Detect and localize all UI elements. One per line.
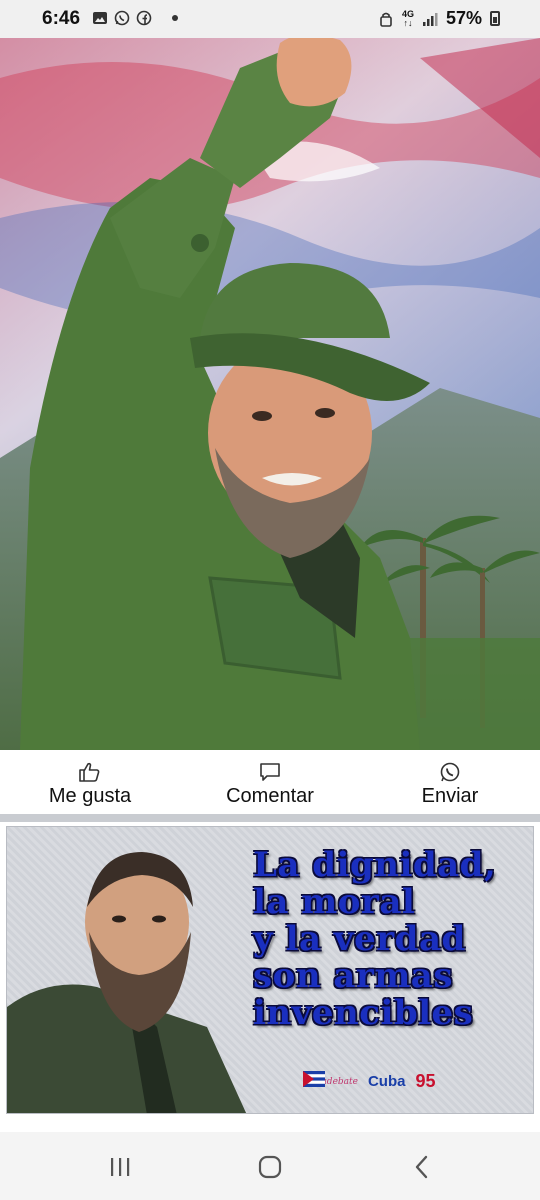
status-bar: 6:46 4G ↑↓ 57% [0, 0, 540, 38]
gallery-icon [93, 12, 107, 24]
vpn-icon [380, 12, 392, 27]
cuba-logo: Cuba [303, 1071, 405, 1090]
like-label: Me gusta [48, 784, 132, 807]
cuba-flag-icon [303, 1071, 325, 1087]
quote-line-5: invencibles [253, 993, 474, 1033]
95-logo: 95 [415, 1071, 436, 1091]
post-photo-fidel[interactable] [0, 38, 540, 750]
poster-quote: La dignidad, la moral y la verdad son ar… [253, 847, 533, 1032]
back-icon[interactable] [408, 1154, 436, 1180]
feed-divider [0, 814, 540, 822]
status-notification-icons [92, 10, 178, 26]
whatsapp-icon [114, 10, 130, 26]
home-icon[interactable] [256, 1154, 284, 1180]
send-button[interactable]: Enviar [360, 750, 540, 814]
battery-icon [490, 11, 500, 26]
quote-line-2: la moral [253, 882, 416, 922]
quote-line-4: son armas [253, 956, 453, 996]
quote-line-3: y la verdad [253, 919, 466, 959]
recent-apps-icon[interactable] [106, 1154, 134, 1180]
signal-icon [422, 12, 438, 26]
whatsapp-send-icon [440, 762, 460, 781]
facebook-icon [136, 10, 152, 26]
like-icon [79, 762, 100, 782]
comment-button[interactable]: Comentar [180, 750, 360, 814]
more-notifications-dot [172, 15, 178, 21]
quote-line-1: La dignidad, [253, 845, 497, 885]
poster-logos: Cubadebate Cuba 95 [303, 1071, 436, 1092]
photo-illustration [0, 38, 540, 750]
status-time: 6:46 [42, 8, 81, 29]
post-poster-quote[interactable]: La dignidad, la moral y la verdad son ar… [6, 826, 534, 1114]
comment-label: Comentar [226, 784, 314, 807]
comment-icon [260, 762, 280, 781]
battery-percent: 57% [445, 8, 482, 28]
status-system-icons: 4G ↑↓ 57% [378, 8, 500, 29]
network-type: 4G ↑↓ [401, 8, 414, 28]
post-action-bar: Me gusta Comentar Enviar [0, 750, 540, 814]
send-label: Enviar [421, 784, 479, 807]
like-button[interactable]: Me gusta [0, 750, 180, 814]
android-nav-bar [0, 1132, 540, 1200]
